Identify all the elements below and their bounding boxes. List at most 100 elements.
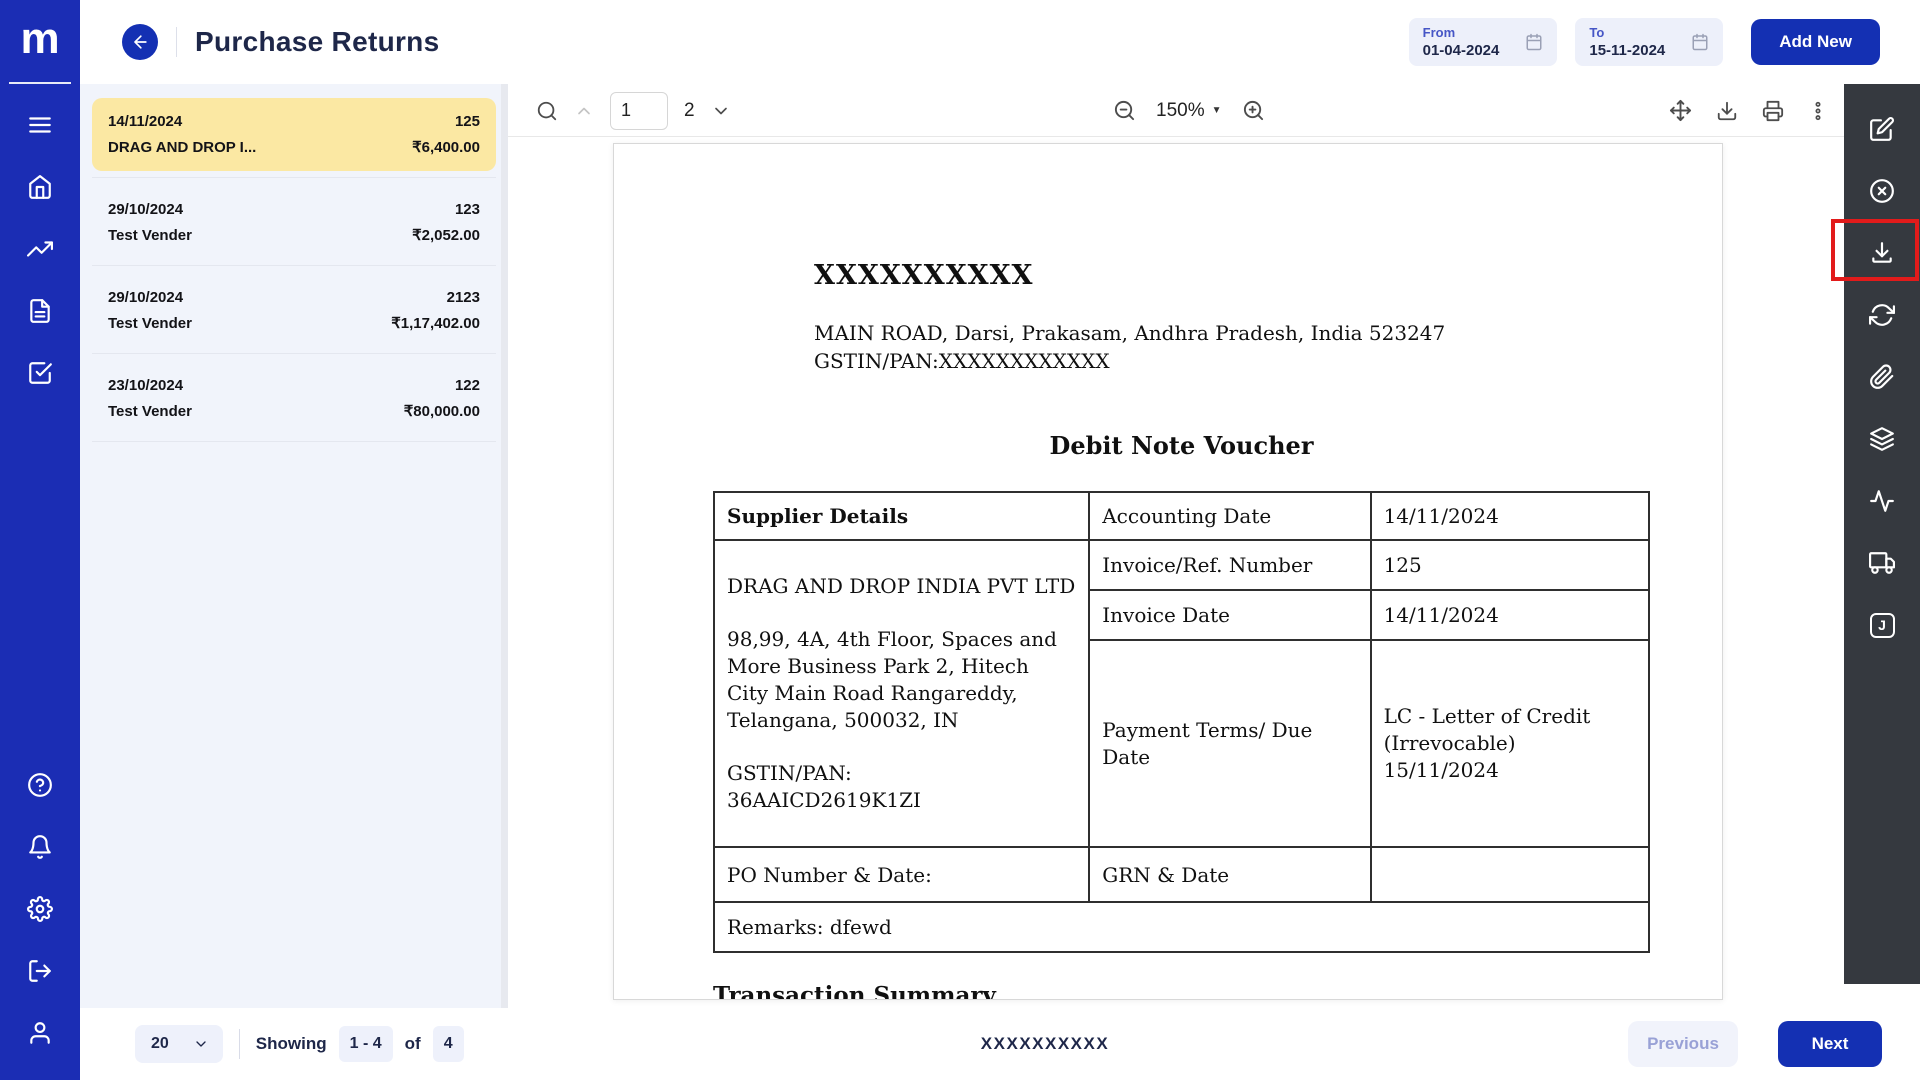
list-item[interactable]: 14/11/2024 125 DRAG AND DROP I... ₹6,400… [92, 98, 496, 171]
list-item[interactable]: 29/10/2024 2123 Test Vender ₹1,17,402.00 [92, 274, 496, 347]
item-amount: ₹1,17,402.00 [391, 315, 480, 332]
logout-icon [29, 960, 51, 982]
kebab-icon [1815, 101, 1821, 120]
next-button[interactable]: Next [1778, 1021, 1882, 1067]
cancel-circle-icon [1870, 179, 1894, 203]
supplier-name: DRAG AND DROP INDIA PVT LTD [727, 574, 1076, 598]
activity-button[interactable] [1844, 470, 1920, 532]
main-column: Purchase Returns From 01-04-2024 To 15-1… [80, 0, 1920, 1080]
from-date-field[interactable]: From 01-04-2024 [1408, 18, 1558, 66]
sidebar-item-help[interactable] [0, 754, 80, 816]
page-down-button[interactable] [711, 101, 731, 121]
search-icon [537, 101, 557, 120]
page-size-select[interactable]: 20 [135, 1025, 223, 1063]
invoice-date-value: 14/11/2024 [1369, 589, 1651, 641]
layers-button[interactable] [1844, 408, 1920, 470]
sidebar-item-home[interactable] [0, 156, 80, 218]
list-divider [92, 177, 496, 178]
payment-due-date: 15/11/2024 [1383, 758, 1499, 782]
payment-terms-value: LC - Letter of Credit (Irrevocable) [1383, 704, 1591, 755]
remarks-cell: Remarks: dfewd [713, 901, 1650, 953]
doc-company-gstin: GSTIN/PAN:XXXXXXXXXXXX [814, 349, 1110, 373]
zoom-level-dropdown[interactable]: 150% ▼ [1156, 100, 1222, 122]
calendar-icon [1692, 33, 1708, 51]
sidebar: m [0, 0, 80, 1080]
action-rail: J [1831, 84, 1920, 984]
showing-label: Showing [255, 1034, 327, 1053]
supplier-address: 98,99, 4A, 4th Floor, Spaces and More Bu… [727, 627, 1057, 732]
more-options-button[interactable] [1808, 101, 1828, 121]
list-divider [92, 353, 496, 354]
to-date-field[interactable]: To 15-11-2024 [1575, 18, 1724, 66]
list-item[interactable]: 29/10/2024 123 Test Vender ₹2,052.00 [92, 186, 496, 259]
zoom-in-button[interactable] [1242, 99, 1265, 122]
chevron-up-icon [578, 107, 590, 114]
item-date: 23/10/2024 [108, 377, 184, 394]
supplier-details-cell: DRAG AND DROP INDIA PVT LTD 98,99, 4A, 4… [712, 539, 1091, 848]
sidebar-item-approvals[interactable] [0, 342, 80, 404]
sidebar-item-profile[interactable] [0, 1002, 80, 1064]
content-row: 14/11/2024 125 DRAG AND DROP I... ₹6,400… [80, 84, 1920, 1008]
menu-icon [29, 117, 51, 133]
supplier-gstin-value: 36AAICD2619K1ZI [727, 788, 921, 812]
payment-terms-label: Payment Terms/ Due Date [1088, 639, 1372, 848]
zoom-out-button[interactable] [1113, 99, 1136, 122]
item-number: 2123 [446, 289, 480, 306]
sidebar-item-logout[interactable] [0, 940, 80, 1002]
add-new-button[interactable]: Add New [1751, 19, 1880, 65]
settings-icon [27, 896, 53, 922]
po-number-label: PO Number & Date: [712, 846, 1091, 903]
activity-icon [1870, 490, 1894, 512]
grn-date-value [1369, 846, 1651, 903]
page-size-value: 20 [151, 1035, 169, 1052]
total-count: 4 [432, 1026, 464, 1062]
item-amount: ₹6,400.00 [412, 139, 480, 156]
item-date: 14/11/2024 [108, 113, 183, 130]
list-item[interactable]: 23/10/2024 122 Test Vender ₹80,000.00 [92, 362, 496, 435]
sidebar-item-settings[interactable] [0, 878, 80, 940]
app-root: m Purchase Returns From 01-04-2024 To 15… [0, 0, 1920, 1080]
item-amount: ₹80,000.00 [403, 403, 480, 420]
item-vendor: DRAG AND DROP I... [108, 139, 257, 156]
sidebar-item-menu[interactable] [0, 94, 80, 156]
item-number: 125 [454, 113, 480, 130]
list-scrollbar[interactable] [501, 84, 508, 1008]
invoice-ref-label: Invoice/Ref. Number [1088, 539, 1372, 591]
download-document-button[interactable] [1844, 222, 1920, 284]
sidebar-item-notifications[interactable] [0, 816, 80, 878]
page-up-button[interactable] [574, 101, 594, 121]
download-button[interactable] [1716, 100, 1738, 122]
attachments-button[interactable] [1844, 346, 1920, 408]
delivery-button[interactable] [1844, 532, 1920, 594]
edit-icon [1870, 117, 1894, 141]
previous-button[interactable]: Previous [1628, 1021, 1738, 1067]
home-icon [29, 175, 51, 199]
journal-button[interactable]: J [1844, 594, 1920, 656]
print-icon [1762, 100, 1784, 121]
page-header: Purchase Returns From 01-04-2024 To 15-1… [80, 0, 1920, 84]
cancel-button[interactable] [1844, 160, 1920, 222]
invoice-ref-value: 125 [1369, 539, 1651, 591]
sidebar-nav-top [0, 84, 80, 404]
item-amount: ₹2,052.00 [412, 227, 480, 244]
app-logo[interactable]: m [0, 0, 80, 84]
sidebar-item-documents[interactable] [0, 280, 80, 342]
payment-terms-cell: LC - Letter of Credit (Irrevocable) 15/1… [1369, 639, 1651, 848]
print-button[interactable] [1762, 100, 1784, 122]
zoom-out-icon [1114, 100, 1135, 121]
page-number-input[interactable] [610, 91, 668, 130]
logo-letter: m [20, 14, 60, 63]
search-button[interactable] [536, 100, 558, 122]
edit-button[interactable] [1844, 98, 1920, 160]
pan-button[interactable] [1669, 99, 1692, 122]
invoice-date-label: Invoice Date [1088, 589, 1372, 641]
supplier-gstin-label: GSTIN/PAN: [727, 761, 852, 785]
back-button[interactable] [122, 24, 158, 60]
zoom-in-icon [1243, 100, 1263, 121]
sidebar-item-reports[interactable] [0, 218, 80, 280]
refresh-button[interactable] [1844, 284, 1920, 346]
pdf-page-area[interactable]: XXXXXXXXXX MAIN ROAD, Darsi, Prakasam, A… [508, 137, 1844, 1008]
footer-center-text: XXXXXXXXXX [980, 1034, 1110, 1053]
accounting-date-value: 14/11/2024 [1369, 491, 1651, 541]
header-actions: From 01-04-2024 To 15-11-2024 Add New [1391, 18, 1880, 66]
